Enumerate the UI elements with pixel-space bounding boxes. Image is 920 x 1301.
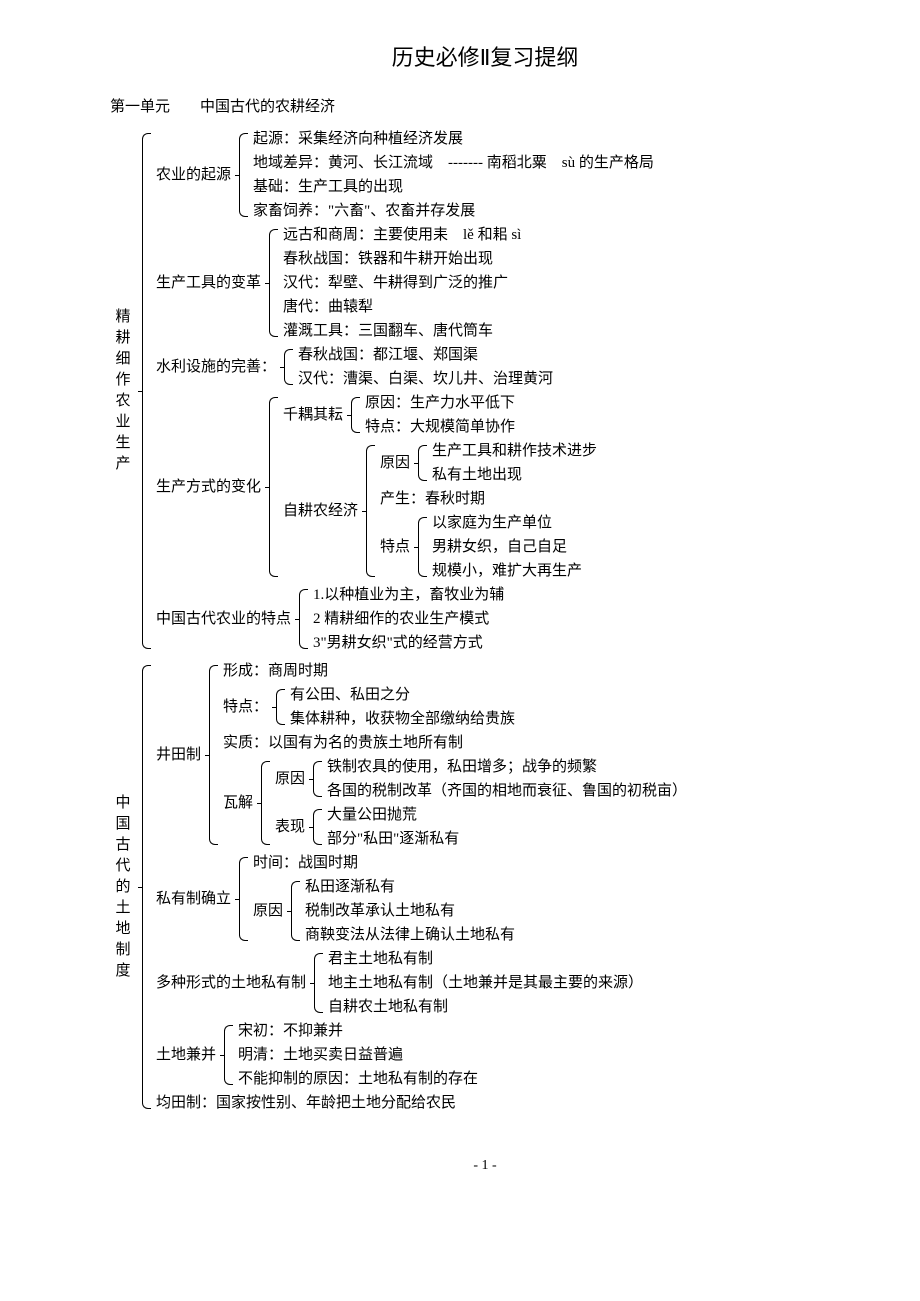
brace-icon bbox=[412, 439, 428, 487]
label-merge: 土地兼并 bbox=[156, 1019, 218, 1091]
vlabel-land: 中国古代的土地制度 bbox=[110, 659, 136, 1115]
leaf: 各国的税制改革（齐国的相地而衰征、鲁国的初税亩） bbox=[327, 779, 687, 803]
leaf: 春秋战国：铁器和牛耕开始出现 bbox=[283, 247, 521, 271]
label-reason: 原因 bbox=[380, 439, 412, 487]
brace-icon bbox=[136, 659, 152, 1115]
leaf: 原因：生产力水平低下 bbox=[365, 391, 515, 415]
label-qian: 千耦其耘 bbox=[283, 391, 345, 439]
label-mode: 生产方式的变化 bbox=[156, 391, 263, 583]
brace-icon bbox=[255, 755, 271, 851]
label-origin: 农业的起源 bbox=[156, 127, 233, 223]
leaf: 商鞅变法从法律上确认土地私有 bbox=[305, 923, 515, 947]
leaf: 有公田、私田之分 bbox=[290, 683, 515, 707]
label-collapse-manifest: 表现 bbox=[275, 803, 307, 851]
label-collapse-reason: 原因 bbox=[275, 755, 307, 803]
label-irrigation: 水利设施的完善： bbox=[156, 343, 278, 391]
leaf: 基础：生产工具的出现 bbox=[253, 175, 654, 199]
label-forms: 多种形式的土地私有制 bbox=[156, 947, 308, 1019]
leaf: 灌溉工具：三国翻车、唐代筒车 bbox=[283, 319, 521, 343]
brace-icon bbox=[136, 127, 152, 655]
section-land: 中国古代的土地制度 井田制 形成：商周时期 特点： 有公田、私田之分 集体耕种，… bbox=[110, 659, 860, 1115]
brace-icon bbox=[263, 223, 279, 343]
brace-icon bbox=[307, 803, 323, 851]
leaf: 君主土地私有制 bbox=[328, 947, 643, 971]
brace-icon bbox=[263, 391, 279, 583]
label-private-reason: 原因 bbox=[253, 875, 285, 947]
brace-icon bbox=[270, 683, 286, 731]
leaf: 远古和商周：主要使用耒 lě 和耜 sì bbox=[283, 223, 521, 247]
leaf: 2 精耕细作的农业生产模式 bbox=[313, 607, 504, 631]
brace-icon bbox=[233, 851, 249, 947]
leaf: 自耕农土地私有制 bbox=[328, 995, 643, 1019]
brace-icon bbox=[203, 659, 219, 851]
page-title: 历史必修Ⅱ复习提纲 bbox=[110, 40, 860, 75]
section-agriculture: 精耕细作农业生产 农业的起源 起源：采集经济向种植经济发展 地域差异：黄河、长江… bbox=[110, 127, 860, 655]
leaf: 男耕女织，自己自足 bbox=[432, 535, 582, 559]
leaf: 产生：春秋时期 bbox=[380, 487, 597, 511]
label-zi: 自耕农经济 bbox=[283, 439, 360, 583]
leaf: 实质：以国有为名的贵族土地所有制 bbox=[223, 731, 687, 755]
label-tools: 生产工具的变革 bbox=[156, 223, 263, 343]
leaf: 不能抑制的原因：土地私有制的存在 bbox=[238, 1067, 478, 1091]
leaf: 时间：战国时期 bbox=[253, 851, 515, 875]
brace-icon bbox=[233, 127, 249, 223]
leaf: 汉代：漕渠、白渠、坎儿井、治理黄河 bbox=[298, 367, 553, 391]
leaf: 地主土地私有制（土地兼并是其最主要的来源） bbox=[328, 971, 643, 995]
leaf: 起源：采集经济向种植经济发展 bbox=[253, 127, 654, 151]
leaf-juntian: 均田制：国家按性别、年龄把土地分配给农民 bbox=[156, 1091, 687, 1115]
leaf: 明清：土地买卖日益普遍 bbox=[238, 1043, 478, 1067]
leaf: 以家庭为生产单位 bbox=[432, 511, 582, 535]
leaf: 1.以种植业为主，畜牧业为辅 bbox=[313, 583, 504, 607]
leaf: 大量公田抛荒 bbox=[327, 803, 459, 827]
brace-icon bbox=[360, 439, 376, 583]
leaf: 私有土地出现 bbox=[432, 463, 597, 487]
leaf: 宋初：不抑兼并 bbox=[238, 1019, 478, 1043]
leaf: 春秋战国：都江堰、郑国渠 bbox=[298, 343, 553, 367]
leaf: 汉代：犁壁、牛耕得到广泛的推广 bbox=[283, 271, 521, 295]
vlabel-agriculture: 精耕细作农业生产 bbox=[110, 127, 136, 655]
brace-icon bbox=[412, 511, 428, 583]
label-collapse: 瓦解 bbox=[223, 755, 255, 851]
leaf: 铁制农具的使用，私田增多；战争的频繁 bbox=[327, 755, 687, 779]
brace-icon bbox=[293, 583, 309, 655]
label-jing-feature: 特点： bbox=[223, 683, 270, 731]
leaf: 私田逐渐私有 bbox=[305, 875, 515, 899]
leaf: 规模小，难扩大再生产 bbox=[432, 559, 582, 583]
brace-icon bbox=[307, 755, 323, 803]
leaf: 生产工具和耕作技术进步 bbox=[432, 439, 597, 463]
leaf: 家畜饲养："六畜"、农畜并存发展 bbox=[253, 199, 654, 223]
leaf: 地域差异：黄河、长江流域 ------- 南稻北粟 sù 的生产格局 bbox=[253, 151, 654, 175]
label-features: 中国古代农业的特点 bbox=[156, 583, 293, 655]
brace-icon bbox=[278, 343, 294, 391]
leaf: 特点：大规模简单协作 bbox=[365, 415, 515, 439]
page-number: - 1 - bbox=[110, 1155, 860, 1177]
brace-icon bbox=[218, 1019, 234, 1091]
leaf: 集体耕种，收获物全部缴纳给贵族 bbox=[290, 707, 515, 731]
brace-icon bbox=[285, 875, 301, 947]
brace-icon bbox=[345, 391, 361, 439]
label-feature: 特点 bbox=[380, 511, 412, 583]
label-jingtian: 井田制 bbox=[156, 659, 203, 851]
label-private: 私有制确立 bbox=[156, 851, 233, 947]
leaf: 唐代：曲辕犁 bbox=[283, 295, 521, 319]
leaf: 形成：商周时期 bbox=[223, 659, 687, 683]
brace-icon bbox=[308, 947, 324, 1019]
leaf: 部分"私田"逐渐私有 bbox=[327, 827, 459, 851]
unit-heading: 第一单元 中国古代的农耕经济 bbox=[110, 95, 860, 119]
leaf: 3"男耕女织"式的经营方式 bbox=[313, 631, 504, 655]
leaf: 税制改革承认土地私有 bbox=[305, 899, 515, 923]
